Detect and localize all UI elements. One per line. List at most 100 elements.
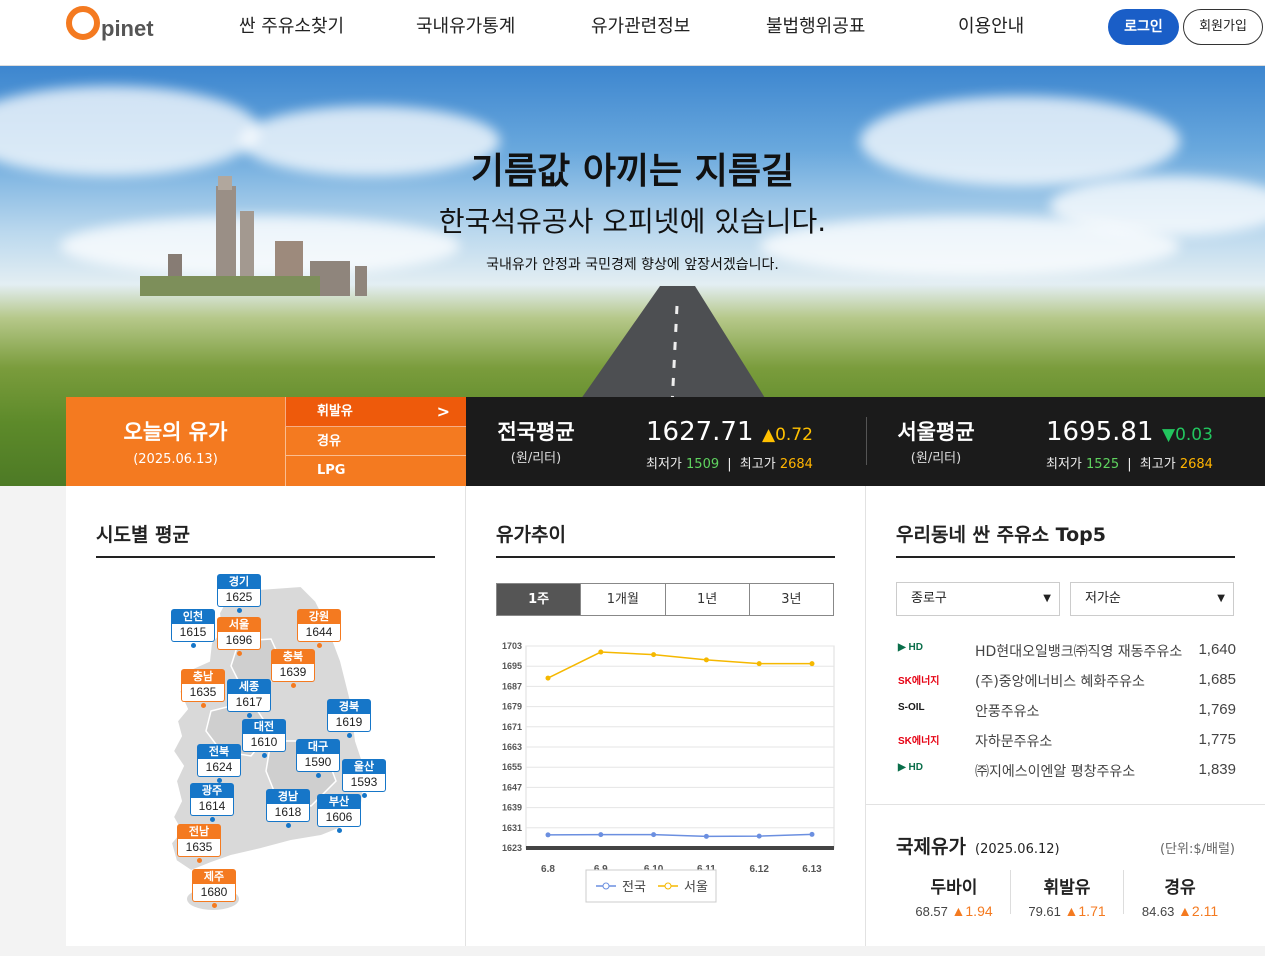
region-tag-ulsan[interactable]: 울산 1593 [342, 759, 386, 798]
tab-gasoline[interactable]: 휘발유 > [285, 397, 466, 427]
price-trend-chart: 1623 1631 1639 1647 1655 1663 1671 1679 1687 1695… [502, 641, 835, 903]
tab-diesel[interactable]: 경유 [285, 426, 466, 457]
y-tick-label: 1663 [502, 742, 522, 752]
intl-price-header: 국제유가 (2025.06.12) [896, 832, 1060, 859]
tab-1-year[interactable]: 1년 [664, 584, 749, 615]
region-tag-daejeon[interactable]: 대전 1610 [242, 719, 286, 758]
data-point [651, 832, 657, 838]
region-tag-chungnam[interactable]: 충남 1635 [181, 669, 225, 708]
up-triangle-icon: ▲ [762, 425, 776, 445]
sort-select[interactable]: 저가순 ▼ [1070, 582, 1234, 616]
data-point [545, 832, 551, 838]
tab-1-month[interactable]: 1개월 [580, 584, 664, 615]
period-tabs: 1주 1개월 1년 3년 [496, 583, 834, 616]
y-tick-label: 1655 [502, 762, 522, 772]
seoul-max-value: 2684 [1179, 457, 1213, 472]
chart-grid [525, 645, 835, 850]
max-label: 최고가 [1139, 457, 1176, 472]
nav-item-price-info[interactable]: 유가관련정보 [591, 0, 690, 54]
intl-item-name: 경유 [1164, 878, 1196, 898]
intl-item-dubai: 두바이 68.57 ▲1.94 [898, 858, 1010, 919]
hd-oilbank-logo-icon: ▶ HD [898, 762, 923, 773]
location-dot [290, 683, 296, 688]
tab-lpg[interactable]: LPG [285, 456, 466, 486]
seoul-avg-unit: (원/리터) [910, 451, 962, 466]
join-button[interactable]: 회원가입 [1183, 9, 1263, 45]
region-tag-gyeonggi[interactable]: 경기 1625 [217, 574, 261, 613]
brand-label: S-OIL [898, 702, 925, 713]
station-row[interactable]: SK에너지 자하문주유소 1,775 [898, 728, 1236, 758]
region-name: 전남 [177, 824, 221, 839]
data-point [756, 661, 762, 667]
region-tag-busan[interactable]: 부산 1606 [317, 794, 361, 833]
nav-item-domestic-stats[interactable]: 국내유가통계 [416, 0, 515, 54]
brand-label: SK에너지 [898, 736, 940, 747]
nav-item-cheap-station[interactable]: 싼 주유소찾기 [239, 0, 344, 54]
station-row[interactable]: SK에너지 (주)중앙에너비스 혜화주유소 1,685 [898, 668, 1236, 698]
region-tag-daegu[interactable]: 대구 1590 [296, 739, 340, 778]
legend-marker [602, 882, 610, 890]
region-tag-gyeongnam[interactable]: 경남 1618 [266, 789, 310, 828]
nav-item-violations[interactable]: 불법행위공표 [766, 0, 865, 54]
region-tag-incheon[interactable]: 인천 1615 [171, 609, 215, 648]
y-axis-ticks: 1623 1631 1639 1647 1655 1663 1671 1679 1687 1695… [502, 641, 522, 853]
station-name: HD현대오일뱅크㈜직영 재동주유소 [975, 644, 1183, 660]
region-tag-gangwon[interactable]: 강원 1644 [297, 609, 341, 648]
data-point [809, 661, 815, 667]
section-divider [866, 804, 1265, 805]
intl-price-unit: (단위:$/배럴) [1159, 842, 1235, 857]
location-dot [336, 828, 342, 833]
seoul-avg-value: 1695.81 [1046, 417, 1154, 447]
x-tick-label: 6.13 [802, 864, 822, 875]
tab-3-years[interactable]: 3년 [748, 584, 833, 615]
x-tick-label: 6.8 [541, 864, 555, 875]
intl-item-diff: ▲1.94 [951, 903, 993, 919]
region-name: 충북 [271, 649, 315, 664]
intl-item-diff: ▲2.11 [1178, 903, 1219, 919]
region-tag-gyeongbuk[interactable]: 경북 1619 [327, 699, 371, 738]
region-tag-sejong[interactable]: 세종 1617 [227, 679, 271, 718]
max-label: 최고가 [739, 457, 776, 472]
national-avg-unit: (원/리터) [510, 451, 562, 466]
nav-item-guide[interactable]: 이용안내 [958, 0, 1024, 54]
intl-item-value: 68.57 [915, 904, 948, 919]
site-header: pinet 싼 주유소찾기 국내유가통계 유가관련정보 불법행위공표 이용안내 … [0, 0, 1265, 66]
region-tag-gwangju[interactable]: 광주 1614 [190, 783, 234, 822]
location-dot [200, 703, 206, 708]
region-tag-jeonbuk[interactable]: 전북 1624 [197, 744, 241, 783]
region-value: 1644 [297, 624, 341, 642]
region-name: 경남 [266, 789, 310, 804]
location-dot [285, 823, 291, 828]
caret-down-icon: ▼ [1217, 593, 1225, 604]
location-dot [315, 773, 321, 778]
login-button[interactable]: 로그인 [1108, 9, 1179, 45]
region-value: 1590 [296, 754, 340, 772]
national-avg-value: 1627.71 [646, 417, 754, 447]
station-name: 자하문주유소 [975, 734, 1053, 750]
region-name: 세종 [227, 679, 271, 694]
region-tag-jeju[interactable]: 제주 1680 [192, 869, 236, 908]
opinet-logo[interactable]: pinet [66, 6, 154, 40]
station-row[interactable]: ▶ HD HD현대오일뱅크㈜직영 재동주유소 1,640 [898, 638, 1236, 668]
panel-divider [865, 486, 866, 946]
title-underline [496, 556, 835, 558]
region-tag-chungbuk[interactable]: 충북 1639 [271, 649, 315, 688]
x-tick-label: 6.12 [749, 864, 769, 875]
station-row[interactable]: S-OIL 안풍주유소 1,769 [898, 698, 1236, 728]
station-name: (주)중앙에너비스 혜화주유소 [975, 674, 1145, 690]
seoul-avg-minmax: 최저가 1525 | 최고가 2684 [1046, 457, 1213, 472]
region-tag-jeonnam[interactable]: 전남 1635 [177, 824, 221, 863]
station-row[interactable]: ▶ HD ㈜지에스이엔알 평창주유소 1,839 [898, 758, 1236, 788]
location-dot [246, 713, 252, 718]
district-select[interactable]: 종로구 ▼ [896, 582, 1060, 616]
national-min-value: 1509 [686, 457, 720, 472]
cheap-station-top5-title: 우리동네 싼 주유소 Top5 [896, 524, 1106, 546]
region-name: 서울 [217, 617, 261, 632]
data-point [703, 657, 709, 663]
brand-label: HD [908, 762, 923, 773]
today-price-title: 오늘의 유가 [123, 420, 228, 444]
tab-1-week[interactable]: 1주 [497, 584, 581, 615]
region-tag-seoul[interactable]: 서울 1696 [217, 617, 261, 656]
chart-legend: 전국 서울 [585, 869, 717, 903]
region-value: 1680 [192, 884, 236, 902]
